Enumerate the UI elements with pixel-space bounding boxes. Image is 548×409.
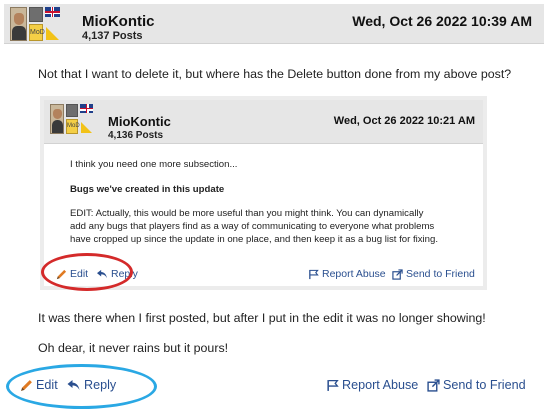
quoted-post-date: Wed, Oct 26 2022 10:21 AM <box>333 115 475 127</box>
red-circle-annotation <box>41 253 133 291</box>
share-icon <box>427 378 440 392</box>
quoted-body-line: I think you need one more subsection... <box>70 159 238 170</box>
quoted-report-abuse-link: Report Abuse <box>308 268 386 280</box>
flag-icon <box>327 379 339 391</box>
quoted-avatar <box>50 104 64 134</box>
share-icon <box>392 268 403 280</box>
send-to-friend-label[interactable]: Send to Friend <box>443 378 526 392</box>
uk-flag-icon <box>45 7 60 17</box>
quoted-rank-badge-icon <box>66 104 78 117</box>
blue-circle-annotation <box>6 364 157 409</box>
quoted-uk-flag-icon <box>80 104 93 113</box>
quoted-send-to-friend-label: Send to Friend <box>406 268 475 280</box>
report-abuse-link[interactable]: Report Abuse <box>326 378 418 392</box>
quoted-report-abuse-label: Report Abuse <box>322 268 386 280</box>
quoted-post-header: MoD MioKontic 4,136 Posts Wed, Oct 26 20… <box>44 100 483 144</box>
post-body-line: It was there when I first posted, but af… <box>38 311 486 325</box>
quoted-body-line: have cropped up since the update in one … <box>70 234 439 245</box>
quoted-send-to-friend-link: Send to Friend <box>392 268 475 280</box>
report-abuse-label[interactable]: Report Abuse <box>342 378 418 392</box>
username-link[interactable]: MioKontic <box>82 13 155 30</box>
quoted-post-count: 4,136 Posts <box>108 130 164 141</box>
mod-badge-icon: MoD <box>29 24 45 41</box>
flag-icon <box>309 269 319 279</box>
quoted-body-line: Bugs we've created in this update <box>70 184 225 195</box>
post-body-line: Oh dear, it never rains but it pours! <box>38 341 229 355</box>
avatar[interactable] <box>10 7 27 41</box>
quoted-level-triangle-icon <box>81 122 92 133</box>
post-count: 4,137 Posts <box>82 30 143 42</box>
quoted-body-line: add any bugs that players find as a way … <box>70 221 435 232</box>
user-avatar-group[interactable]: MoD <box>10 7 60 41</box>
post-header: MoD MioKontic 4,137 Posts Wed, Oct 26 20… <box>4 4 544 44</box>
level-triangle-icon <box>46 27 59 40</box>
quoted-body-line: EDIT: Actually, this would be more usefu… <box>70 208 424 219</box>
quoted-avatar-group: MoD <box>50 104 94 140</box>
post-date: Wed, Oct 26 2022 10:39 AM <box>352 13 532 29</box>
quoted-mod-badge-icon: MoD <box>66 119 80 134</box>
rank-badge-icon <box>29 7 43 22</box>
send-to-friend-link[interactable]: Send to Friend <box>427 378 526 392</box>
post-body-line: Not that I want to delete it, but where … <box>38 67 512 81</box>
quoted-username: MioKontic <box>108 114 171 129</box>
